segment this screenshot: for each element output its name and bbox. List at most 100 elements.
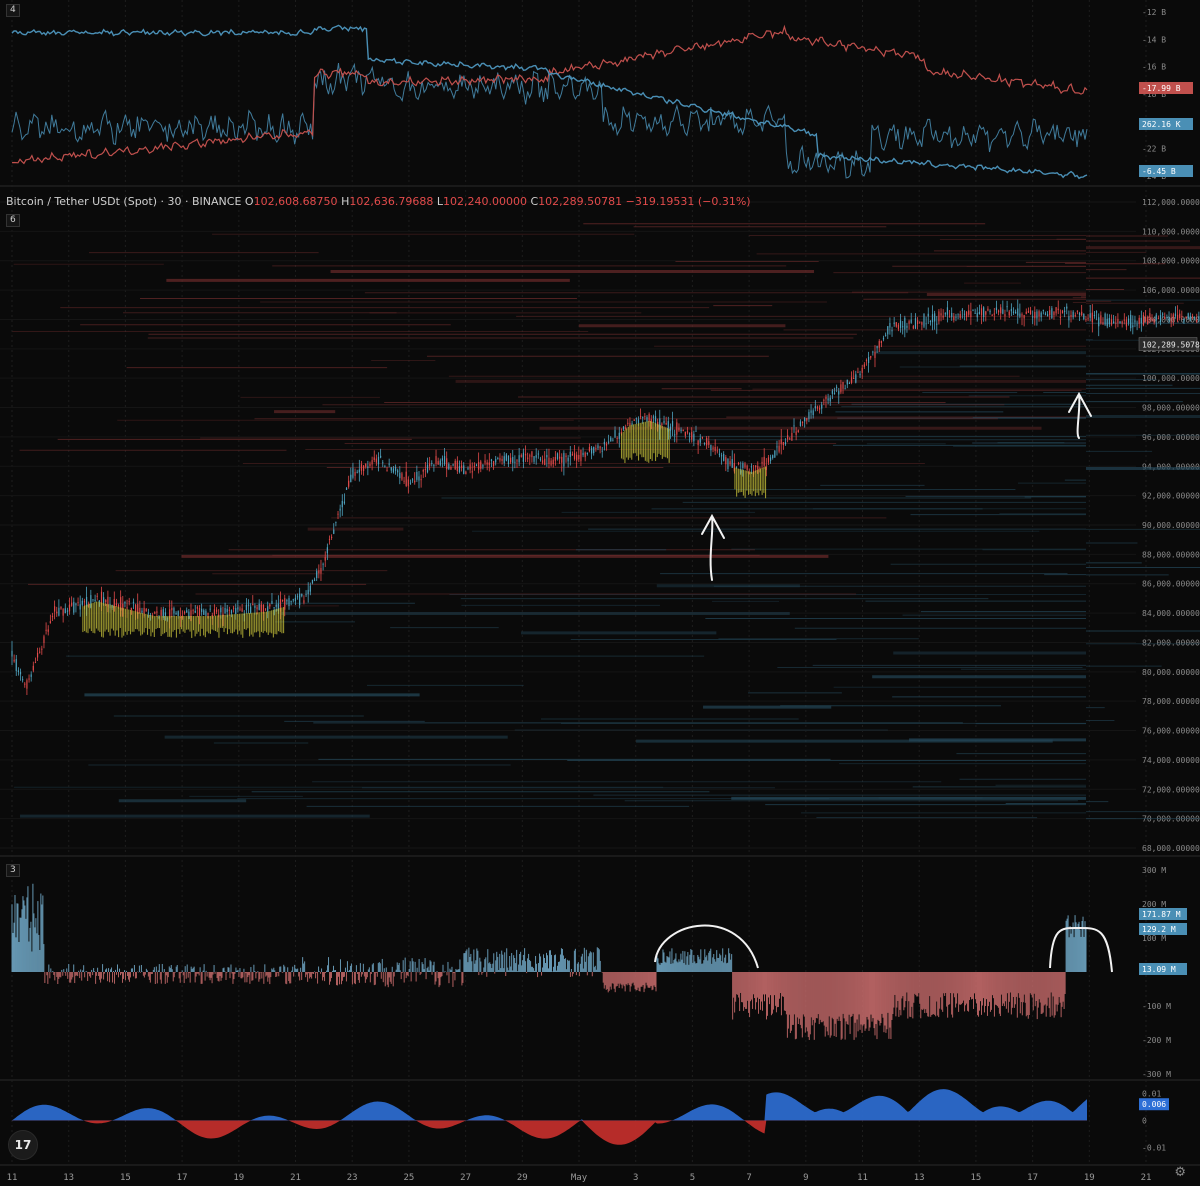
- hist-panel-collapse-tag[interactable]: 3: [6, 864, 20, 877]
- top-series-red-line: [11, 24, 1088, 165]
- candle-body: [716, 450, 718, 452]
- candle-body: [228, 609, 230, 611]
- candle-body: [844, 388, 846, 390]
- price-axis-label: 110,000.00000: [1142, 227, 1200, 236]
- candle-body: [1113, 321, 1115, 324]
- candle-body: [1091, 312, 1093, 323]
- candle-body: [299, 593, 301, 606]
- candle-body: [929, 320, 931, 322]
- candle-body: [1189, 315, 1191, 319]
- candle-body: [951, 312, 953, 318]
- candle-body: [1170, 321, 1172, 323]
- candle-body: [861, 367, 863, 373]
- low-value: 102,240.00000: [442, 195, 527, 208]
- tradingview-logo[interactable]: 17: [8, 1130, 38, 1160]
- price-axis-label: 82,000.00000: [1142, 638, 1200, 647]
- symbol-title[interactable]: Bitcoin / Tether USDt (Spot) · 30 · BINA…: [6, 195, 241, 208]
- candle-body: [590, 447, 593, 454]
- candle-body: [399, 472, 401, 479]
- candle-body: [569, 451, 571, 457]
- candle-body: [993, 313, 995, 315]
- candle-body: [948, 316, 951, 318]
- candle-body: [360, 464, 363, 471]
- candle-body: [258, 603, 260, 610]
- candle-body: [171, 607, 173, 611]
- candle-body: [224, 607, 226, 614]
- candle-body: [252, 603, 254, 605]
- price-panel-collapse-tag[interactable]: 6: [6, 214, 20, 227]
- candle-body: [503, 456, 505, 464]
- hist-axis-label: -300 M: [1142, 1070, 1171, 1079]
- change-value: −319.19531 (−0.31%): [625, 195, 751, 208]
- candle-body: [380, 455, 382, 458]
- candle-body: [431, 462, 433, 464]
- price-axis-label: 98,000.00000: [1142, 404, 1200, 413]
- top-panel-collapse-tag[interactable]: 4: [6, 4, 20, 17]
- price-axis-label: 84,000.00000: [1142, 609, 1200, 618]
- x-axis-label: 25: [403, 1173, 414, 1183]
- last-price-badge: 102,289.50781: [1142, 341, 1200, 350]
- candle-body: [267, 606, 269, 612]
- candle-body: [424, 469, 426, 471]
- candle-body: [848, 382, 851, 384]
- candle-body: [1049, 310, 1051, 315]
- candle-body: [814, 406, 816, 409]
- top-badge: -17.99 B: [1142, 84, 1181, 93]
- candle-body: [320, 568, 322, 574]
- candle-body: [940, 313, 942, 316]
- candle-body: [644, 416, 646, 418]
- candle-body: [729, 461, 731, 465]
- candle-body: [769, 457, 772, 461]
- candle-body: [622, 426, 625, 430]
- candle-body: [382, 462, 384, 464]
- top-panel-tag-label: 4: [10, 5, 16, 15]
- candle-body: [682, 429, 684, 432]
- candle-body: [1196, 320, 1198, 322]
- candle-body: [550, 460, 552, 466]
- candle-body: [94, 599, 96, 602]
- candle-body: [1085, 319, 1087, 321]
- candle-body: [853, 378, 855, 380]
- candle-body: [367, 466, 369, 468]
- candle-body: [71, 602, 73, 606]
- candle-body: [767, 457, 770, 463]
- x-axis-label: 19: [1084, 1173, 1095, 1183]
- candle-body: [233, 607, 235, 609]
- candle-body: [889, 323, 891, 328]
- candle-body: [806, 417, 808, 421]
- candle-body: [345, 487, 348, 490]
- candle-body: [1149, 313, 1151, 319]
- candle-body: [201, 608, 203, 612]
- candle-body: [441, 458, 444, 461]
- candle-body: [495, 459, 497, 463]
- open-key: O: [244, 195, 254, 208]
- candle-body: [337, 513, 339, 515]
- candle-body: [870, 356, 872, 358]
- candle-body: [1010, 308, 1012, 312]
- candle-body: [610, 437, 612, 442]
- annotation-arrow: [701, 513, 725, 581]
- candle-body: [1027, 310, 1030, 313]
- candle-body: [473, 465, 475, 467]
- candle-body: [797, 430, 799, 433]
- candle-body: [1015, 311, 1017, 314]
- candle-body: [686, 431, 689, 433]
- candle-body: [774, 450, 776, 458]
- candle-body: [906, 325, 908, 328]
- candle-body: [706, 437, 708, 446]
- candle-body: [899, 320, 902, 328]
- candle-body: [241, 608, 243, 612]
- candle-body: [708, 441, 710, 445]
- candle-body: [324, 557, 326, 561]
- settings-gear-icon[interactable]: ⚙: [1174, 1165, 1186, 1180]
- candle-body: [68, 604, 71, 612]
- candle-body: [970, 311, 972, 318]
- osc-badge: 0.006: [1142, 1100, 1166, 1109]
- candle-body: [831, 390, 833, 394]
- candle-body: [316, 571, 318, 579]
- candle-body: [524, 453, 527, 456]
- candle-body: [45, 629, 47, 631]
- candle-body: [177, 611, 179, 616]
- chart-canvas[interactable]: 11 13 15 17 19 21 23 25 27 29 May 3 5 7 9 11 13 15 17 19 21 1…: [0, 0, 1200, 1186]
- candle-body: [795, 431, 797, 435]
